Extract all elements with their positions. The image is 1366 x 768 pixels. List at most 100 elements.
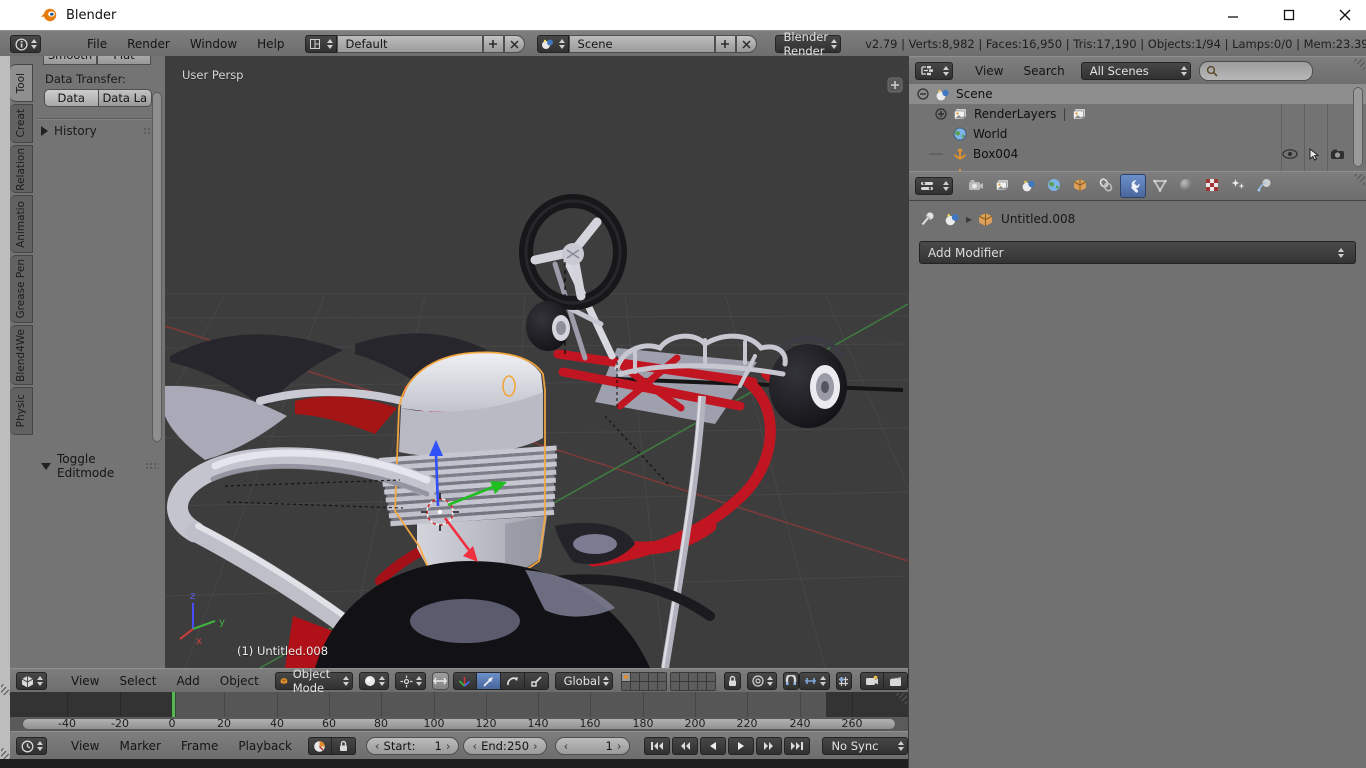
region-plus-button[interactable] bbox=[888, 78, 902, 92]
layer-cell[interactable] bbox=[649, 682, 657, 690]
editor-type-selector-info[interactable] bbox=[10, 35, 41, 53]
editor-corner-handle[interactable] bbox=[1352, 174, 1365, 187]
sync-mode-select[interactable]: No Sync bbox=[822, 737, 908, 755]
snap-toggle-button[interactable] bbox=[783, 672, 799, 690]
menu-object[interactable]: Object bbox=[210, 669, 269, 693]
snap-element-select[interactable] bbox=[799, 672, 830, 690]
layer-cell[interactable] bbox=[671, 682, 679, 690]
menu-add[interactable]: Add bbox=[167, 669, 210, 693]
prev-keyframe-button[interactable] bbox=[672, 737, 698, 755]
outliner-row-renderlayers[interactable]: RenderLayers | bbox=[909, 104, 1366, 124]
add-screen-layout-button[interactable] bbox=[483, 35, 504, 53]
menu-outliner-search[interactable]: Search bbox=[1013, 59, 1074, 83]
delete-scene-button[interactable] bbox=[736, 35, 757, 53]
tab-world[interactable] bbox=[1042, 174, 1066, 196]
data-transfer-data-layout-button[interactable]: Data La bbox=[99, 89, 153, 107]
layer-cell[interactable] bbox=[622, 682, 630, 690]
tab-modifiers[interactable] bbox=[1120, 174, 1146, 198]
outliner-row-box004[interactable]: Box004 bbox=[909, 144, 1366, 164]
current-frame-playhead[interactable] bbox=[172, 692, 175, 717]
outliner-filter-select[interactable]: All Scenes bbox=[1081, 62, 1191, 80]
layer-cell[interactable] bbox=[658, 682, 666, 690]
layer-cell[interactable] bbox=[640, 682, 648, 690]
tab-texture[interactable] bbox=[1200, 174, 1224, 196]
layer-cell[interactable] bbox=[640, 673, 648, 681]
scene-browse-button[interactable] bbox=[537, 35, 569, 53]
preview-range-button[interactable] bbox=[308, 737, 332, 755]
shelf-tab-tools[interactable]: Tool bbox=[10, 64, 33, 102]
manipulator-toggle-button[interactable] bbox=[432, 672, 448, 690]
shading-buttons-clipped[interactable]: Smooth Flat bbox=[43, 56, 151, 66]
editor-corner-handle[interactable] bbox=[1352, 59, 1365, 72]
editor-type-selector-timeline[interactable] bbox=[16, 737, 47, 755]
play-reverse-button[interactable] bbox=[700, 737, 726, 755]
pivot-point-select[interactable] bbox=[395, 672, 426, 690]
layer-cell[interactable] bbox=[671, 673, 679, 681]
opengl-render-button[interactable] bbox=[860, 672, 884, 690]
layer-cell[interactable] bbox=[707, 682, 715, 690]
editor-corner-handle[interactable] bbox=[894, 693, 907, 706]
search-input[interactable] bbox=[1218, 64, 1302, 78]
close-button[interactable] bbox=[1330, 4, 1360, 26]
lock-to-scene-button[interactable] bbox=[724, 672, 740, 690]
start-frame-field[interactable]: ‹ Start: 1 › bbox=[366, 737, 460, 755]
outliner-scrollbar[interactable] bbox=[1353, 87, 1363, 167]
layer-cell[interactable] bbox=[622, 673, 630, 681]
renderlayer-toggle-icon[interactable] bbox=[1072, 108, 1087, 121]
render-engine-select[interactable]: Blender Render bbox=[775, 35, 842, 53]
tab-constraints[interactable] bbox=[1094, 174, 1118, 196]
layer-cell[interactable] bbox=[689, 673, 697, 681]
opengl-render-anim-button[interactable] bbox=[884, 672, 908, 690]
end-frame-field[interactable]: ‹ End: 250 › bbox=[463, 737, 546, 755]
tab-physics[interactable] bbox=[1252, 174, 1276, 196]
viewport-shading-select[interactable] bbox=[359, 672, 389, 690]
translate-manipulator-button[interactable] bbox=[477, 672, 501, 690]
outliner-row-scene[interactable]: Scene bbox=[909, 84, 1366, 104]
layer-cell[interactable] bbox=[658, 673, 666, 681]
outliner-search-box[interactable] bbox=[1199, 61, 1313, 81]
menu-help[interactable]: Help bbox=[247, 32, 294, 56]
scale-manipulator-button[interactable] bbox=[525, 672, 549, 690]
snap-grid-button[interactable] bbox=[836, 672, 852, 690]
jump-to-end-button[interactable] bbox=[784, 737, 810, 755]
menu-render[interactable]: Render bbox=[117, 32, 180, 56]
lock-time-button[interactable] bbox=[332, 737, 356, 755]
tool-shelf-scrollbar[interactable] bbox=[152, 92, 162, 442]
next-keyframe-button[interactable] bbox=[756, 737, 782, 755]
pin-icon[interactable] bbox=[921, 211, 936, 227]
tab-particles[interactable] bbox=[1226, 174, 1250, 196]
outliner-row-partial[interactable] bbox=[909, 164, 1366, 171]
maximize-button[interactable] bbox=[1274, 4, 1304, 26]
toggle-editmode-panel-header[interactable]: Toggle Editmode bbox=[41, 452, 159, 480]
renderable-camera-icon[interactable] bbox=[1330, 148, 1345, 160]
tab-material[interactable] bbox=[1174, 174, 1198, 196]
menu-file[interactable]: File bbox=[77, 32, 117, 56]
editor-type-selector-3dview[interactable] bbox=[16, 672, 47, 690]
data-transfer-data-button[interactable]: Data bbox=[44, 89, 99, 107]
flat-button[interactable]: Flat bbox=[97, 56, 151, 65]
minimize-button[interactable] bbox=[1218, 4, 1248, 26]
scene-icon[interactable] bbox=[944, 212, 960, 226]
editor-type-selector-properties[interactable] bbox=[915, 177, 953, 195]
shelf-tab-animation[interactable]: Animatio bbox=[10, 195, 33, 253]
current-frame-field[interactable]: ‹ 1 › bbox=[555, 737, 631, 755]
layer-cell[interactable] bbox=[631, 673, 639, 681]
tab-scene[interactable] bbox=[1016, 174, 1040, 196]
layer-cell[interactable] bbox=[649, 673, 657, 681]
viewport-3d[interactable]: z y x User Persp (1) Untitled.008 bbox=[165, 56, 908, 668]
shelf-tab-physics[interactable]: Physic bbox=[10, 387, 33, 435]
shelf-tab-grease-pencil[interactable]: Grease Pen bbox=[10, 255, 33, 323]
menu-select[interactable]: Select bbox=[109, 669, 166, 693]
menu-marker[interactable]: Marker bbox=[109, 734, 170, 758]
delete-screen-layout-button[interactable] bbox=[504, 35, 525, 53]
timeline-ruler[interactable]: -40 -20 0 20 40 60 80 100 120 140 160 18… bbox=[10, 717, 908, 732]
mode-select[interactable]: Object Mode bbox=[275, 672, 354, 690]
history-panel-header[interactable]: History bbox=[41, 124, 159, 138]
shelf-tab-create[interactable]: Creat bbox=[10, 104, 33, 143]
timeline-canvas[interactable] bbox=[10, 692, 908, 717]
panel-grip-icon[interactable] bbox=[145, 462, 159, 471]
transform-orientation-select[interactable]: Global bbox=[555, 672, 614, 690]
visibility-eye-icon[interactable] bbox=[1282, 149, 1298, 159]
layer-cell[interactable] bbox=[680, 673, 688, 681]
add-modifier-button[interactable]: Add Modifier bbox=[919, 241, 1356, 264]
